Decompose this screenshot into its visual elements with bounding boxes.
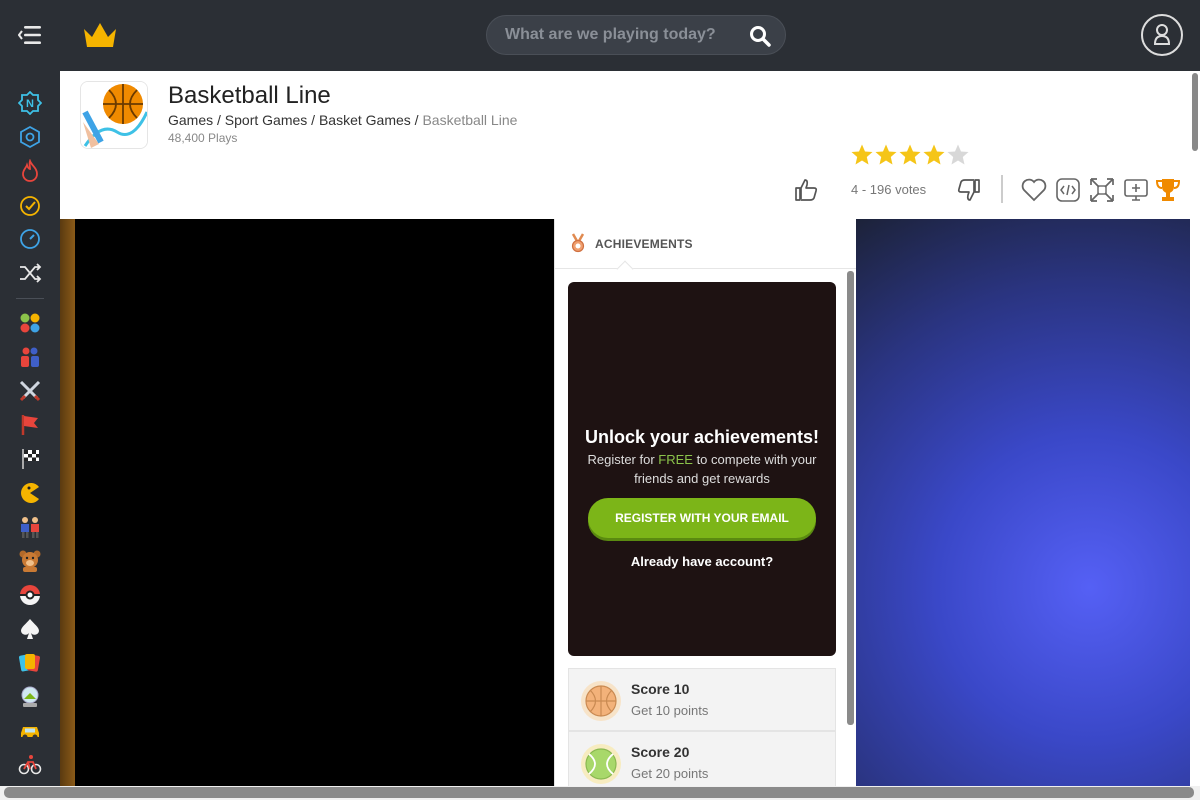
thumbs-up-icon[interactable]: [793, 177, 819, 203]
sidebar-divider: [16, 298, 44, 299]
medal-icon: [570, 233, 586, 253]
tennis-ball-icon: [581, 744, 621, 784]
page-scrollbar-vertical-thumb[interactable]: [1192, 73, 1198, 151]
star-filled-icon[interactable]: [850, 143, 874, 167]
wrestling-icon[interactable]: [18, 345, 42, 369]
achievement-desc: Get 10 points: [631, 703, 709, 718]
breadcrumb-current: Basketball Line: [422, 112, 518, 128]
fullscreen-icon[interactable]: [1088, 176, 1116, 204]
achievement-desc: Get 20 points: [631, 766, 709, 781]
breadcrumb-games[interactable]: Games: [168, 112, 213, 128]
cards-icon[interactable]: [18, 651, 42, 675]
register-email-button[interactable]: REGISTER WITH YOUR EMAIL: [588, 498, 816, 538]
vote-count: 4 - 196 votes: [851, 182, 927, 197]
basketball-icon: [581, 681, 621, 721]
search-icon[interactable]: [749, 25, 771, 47]
add-screen-icon[interactable]: [1122, 176, 1150, 204]
svg-text:N: N: [26, 98, 34, 110]
flag-icon[interactable]: [18, 413, 42, 437]
embed-icon[interactable]: [1054, 176, 1082, 204]
star-filled-icon[interactable]: [898, 143, 922, 167]
user-account-button[interactable]: [1141, 14, 1183, 56]
unlock-desc-pre: Register for: [587, 452, 659, 467]
trophy-icon[interactable]: [1154, 176, 1182, 204]
page-scrollbar-vertical: [1190, 71, 1200, 786]
breadcrumb-basket-games[interactable]: Basket Games: [319, 112, 411, 128]
fire-icon[interactable]: [18, 159, 42, 183]
achievements-panel: ACHIEVEMENTS Unlock your achievements! R…: [554, 219, 856, 786]
search-input[interactable]: [505, 16, 745, 54]
hexagon-icon[interactable]: [18, 125, 42, 149]
user-icon: [1153, 24, 1171, 45]
dots-icon[interactable]: [18, 311, 42, 335]
checkered-flag-icon[interactable]: [18, 447, 42, 471]
check-clock-icon[interactable]: [18, 193, 42, 217]
game-thumbnail: [80, 81, 148, 149]
star-filled-icon[interactable]: [922, 143, 946, 167]
free-label: FREE: [658, 452, 693, 467]
achievements-title: ACHIEVEMENTS: [595, 237, 693, 251]
top-bar: [0, 0, 1200, 71]
login-link[interactable]: Already have account?: [568, 554, 836, 569]
sidebar: N: [0, 71, 60, 800]
teddy-bear-icon[interactable]: [18, 549, 42, 573]
achievement-name: Score 10: [631, 681, 690, 697]
breadcrumb-sport-games[interactable]: Sport Games: [225, 112, 307, 128]
achievement-item: Score 20 Get 20 points: [568, 731, 836, 786]
achievement-name: Score 20: [631, 744, 690, 760]
star-filled-icon[interactable]: [874, 143, 898, 167]
people-icon[interactable]: [18, 515, 42, 539]
crown-logo-icon[interactable]: [82, 19, 118, 49]
timer-icon[interactable]: [18, 227, 42, 251]
shuffle-icon[interactable]: [18, 261, 42, 285]
game-background-edge: [60, 219, 75, 786]
star-empty-icon[interactable]: [946, 143, 970, 167]
play-count: 48,400 Plays: [168, 131, 238, 145]
thumbs-down-icon[interactable]: [956, 177, 982, 203]
rating-separator: [1001, 175, 1003, 203]
achievements-scrollbar[interactable]: [847, 271, 854, 725]
car-icon[interactable]: [18, 719, 42, 743]
star-rating[interactable]: [850, 143, 970, 167]
breadcrumb: Games / Sport Games / Basket Games / Bas…: [168, 112, 518, 128]
achievement-item: Score 10 Get 10 points: [568, 668, 836, 731]
page-scrollbar-horizontal-thumb[interactable]: [4, 787, 1194, 798]
pacman-icon[interactable]: [18, 481, 42, 505]
unlock-card: Unlock your achievements! Register for F…: [568, 282, 836, 656]
unlock-description: Register for FREE to compete with your f…: [582, 450, 822, 488]
pokeball-icon[interactable]: [18, 583, 42, 607]
snowglobe-icon[interactable]: [18, 685, 42, 709]
menu-icon[interactable]: [17, 24, 42, 46]
game-title: Basketball Line: [168, 82, 331, 109]
spade-icon[interactable]: [18, 617, 42, 641]
game-background: [855, 219, 1190, 786]
swords-icon[interactable]: [18, 379, 42, 403]
game-header: Basketball Line Games / Sport Games / Ba…: [60, 71, 1190, 219]
bicycle-icon[interactable]: [18, 753, 42, 777]
search-box: [486, 15, 786, 55]
new-icon[interactable]: N: [18, 91, 42, 115]
achievements-header[interactable]: ACHIEVEMENTS: [555, 219, 856, 269]
favorite-icon[interactable]: [1020, 176, 1048, 204]
game-canvas[interactable]: [75, 219, 554, 786]
unlock-title: Unlock your achievements!: [584, 427, 820, 447]
